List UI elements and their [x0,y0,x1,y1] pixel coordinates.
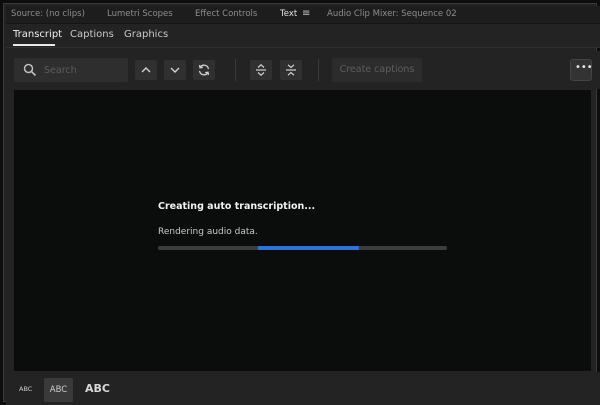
transcript-content: Creating auto transcription... Rendering… [14,90,591,371]
expand-icon [256,63,266,77]
tab-transcript[interactable]: Transcript [13,29,62,40]
refresh-icon [198,64,210,76]
panel-tab-bar: Source: (no clips) Lumetri Scopes Effect… [6,6,600,24]
tab-graphics[interactable]: Graphics [124,29,168,40]
search-box[interactable] [14,58,128,82]
progress-bar-fill [257,246,359,250]
sub-tab-bar: Transcript Captions Graphics [6,24,600,48]
collapse-icon [286,64,296,76]
search-icon [23,63,37,77]
next-result-button[interactable] [164,60,186,80]
text-panel: Source: (no clips) Lumetri Scopes Effect… [0,0,600,405]
tab-source[interactable]: Source: (no clips) [11,9,85,19]
text-size-small-button[interactable]: ABC [19,385,32,393]
search-input[interactable] [44,62,124,78]
collapse-all-button[interactable] [280,60,302,80]
tab-captions[interactable]: Captions [70,29,114,40]
tab-lumetri-scopes[interactable]: Lumetri Scopes [107,9,173,19]
tab-text[interactable]: Text [280,9,297,19]
more-icon: ••• [575,62,593,73]
toolbar-divider [235,59,236,81]
toolbar-divider [318,59,319,81]
refresh-button[interactable] [193,60,215,80]
create-captions-button[interactable]: Create captions [332,58,422,82]
chevron-down-icon [170,67,180,73]
status-title: Creating auto transcription... [158,201,316,212]
text-size-bar: ABC ABC ABC [6,372,600,405]
expand-all-button[interactable] [250,60,272,80]
active-tab-indicator [13,44,55,46]
status-detail: Rendering audio data. [158,227,258,237]
text-size-large-button[interactable]: ABC [85,382,110,395]
chevron-up-icon [141,67,151,73]
tab-effect-controls[interactable]: Effect Controls [195,9,257,19]
progress-bar [158,246,447,250]
more-options-button[interactable]: ••• [570,59,593,81]
previous-result-button[interactable] [135,60,157,80]
panel-menu-icon[interactable]: ≡ [302,9,310,19]
tab-audio-clip-mixer[interactable]: Audio Clip Mixer: Sequence 02 [327,9,457,19]
transcript-toolbar: Create captions ••• [6,51,600,89]
text-size-medium-button[interactable]: ABC [44,378,73,402]
